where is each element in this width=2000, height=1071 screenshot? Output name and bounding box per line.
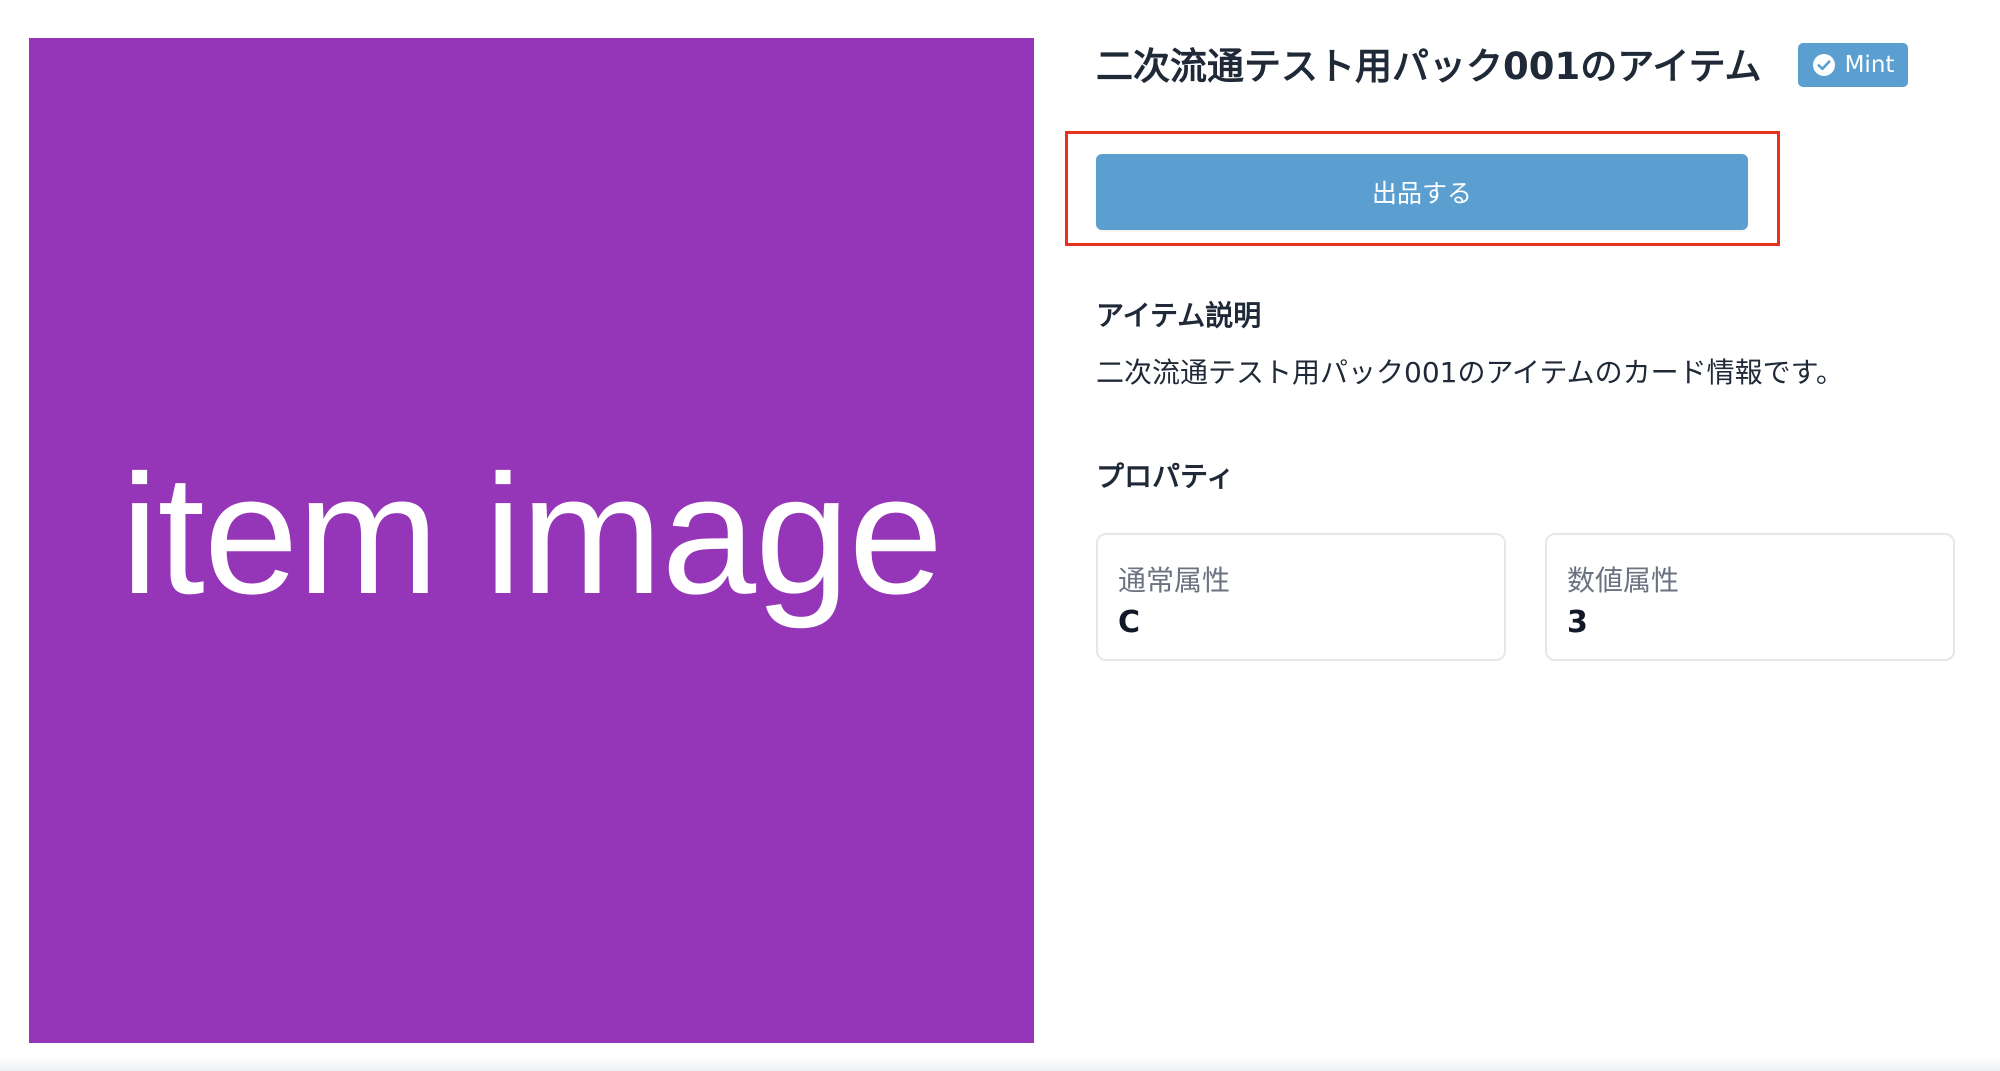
item-image-placeholder-text: item image: [120, 439, 943, 630]
list-for-sale-button[interactable]: 出品する: [1096, 154, 1748, 230]
bottom-fade: [0, 1057, 2000, 1071]
property-card-normal-attribute: 通常属性 C: [1096, 533, 1506, 661]
properties-heading: プロパティ: [1096, 460, 1235, 493]
description-text: 二次流通テスト用パック001のアイテムのカード情報です。: [1096, 356, 1844, 389]
mint-badge: Mint: [1798, 43, 1908, 87]
property-label: 通常属性: [1118, 564, 1231, 597]
item-title: 二次流通テスト用パック001のアイテム: [1096, 45, 1762, 88]
mint-badge-label: Mint: [1844, 52, 1895, 78]
property-card-numeric-attribute: 数値属性 3: [1545, 533, 1955, 661]
property-value: 3: [1567, 605, 1588, 640]
property-label: 数値属性: [1567, 564, 1680, 597]
check-circle-icon: [1812, 54, 1835, 76]
property-value: C: [1118, 605, 1141, 640]
item-image: item image: [29, 38, 1034, 1043]
description-heading: アイテム説明: [1096, 299, 1262, 332]
